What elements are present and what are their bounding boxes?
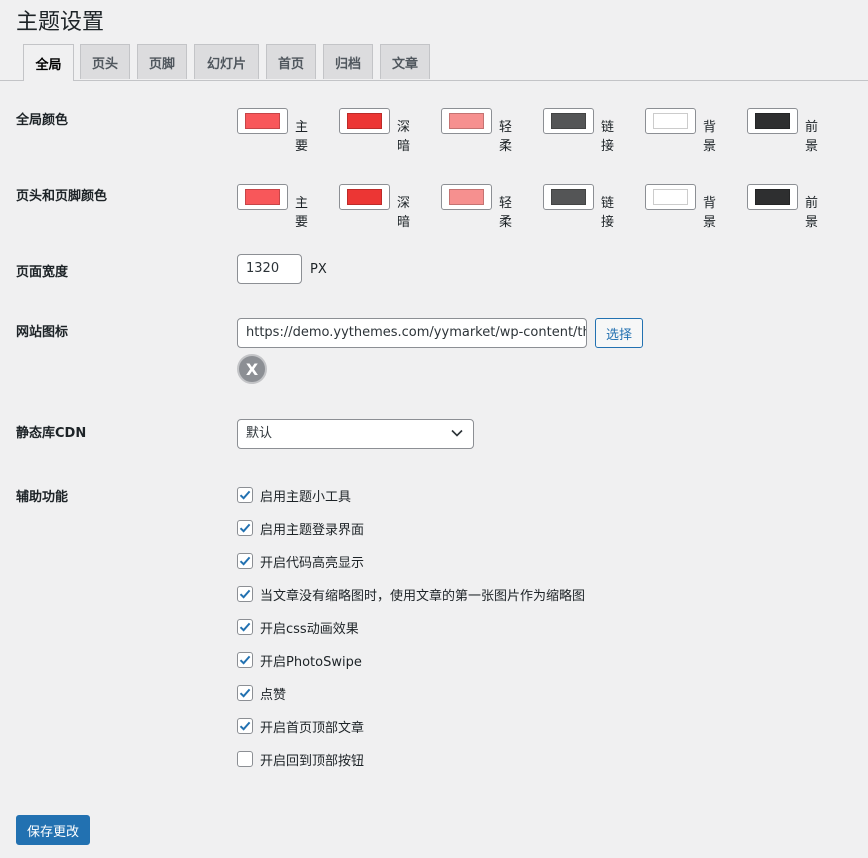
tab-archive[interactable]: 归档 (323, 44, 373, 79)
checkbox-row[interactable]: 开启PhotoSwipe (237, 651, 362, 670)
checkbox-row[interactable]: 当文章没有缩略图时，使用文章的第一张图片作为缩略图 (237, 585, 586, 604)
hf-color-swatch-primary[interactable] (237, 184, 288, 210)
checkmark-icon (239, 655, 251, 665)
checkmark-icon (239, 721, 251, 731)
color-fill (653, 189, 688, 205)
hf-swatch-label-soft: 轻柔 (499, 196, 513, 230)
color-swatch-background[interactable] (645, 108, 696, 134)
global-colors-label: 全局颜色 (16, 113, 69, 128)
checkbox[interactable] (237, 685, 253, 701)
color-fill (245, 189, 280, 205)
checkmark-icon (239, 556, 251, 566)
page-width-input[interactable]: 1320 (237, 254, 302, 284)
cdn-selected-value: 默认 (246, 426, 273, 441)
checkbox-label: 启用主题登录界面 (260, 522, 365, 538)
color-swatch-link[interactable] (543, 108, 594, 134)
hf-swatch-label-link: 链接 (601, 196, 615, 230)
checkbox-row[interactable]: 启用主题登录界面 (237, 519, 365, 538)
checkbox[interactable] (237, 619, 253, 635)
chevron-down-icon (451, 429, 463, 437)
checkbox-label: 开启css动画效果 (260, 621, 359, 637)
hf-swatch-label-foreground: 前景 (805, 196, 819, 230)
checkbox[interactable] (237, 553, 253, 569)
color-fill (755, 113, 790, 129)
tab-post[interactable]: 文章 (380, 44, 430, 79)
checkmark-icon (239, 490, 251, 500)
checkbox-label: 开启PhotoSwipe (260, 654, 362, 670)
color-fill (449, 113, 484, 129)
checkmark-icon (239, 523, 251, 533)
swatch-label-foreground: 前景 (805, 120, 819, 154)
swatch-label-link: 链接 (601, 120, 615, 154)
hf-color-swatch-background[interactable] (645, 184, 696, 210)
color-swatch-primary[interactable] (237, 108, 288, 134)
cdn-label: 静态库CDN (16, 426, 87, 441)
checkbox-row[interactable]: 开启首页顶部文章 (237, 717, 365, 736)
tab-header[interactable]: 页头 (80, 44, 130, 79)
color-fill (245, 113, 280, 129)
checkbox-row[interactable]: 开启回到顶部按钮 (237, 750, 365, 769)
checkbox-row[interactable]: 点赞 (237, 684, 287, 703)
hf-color-swatch-dark[interactable] (339, 184, 390, 210)
checkmark-icon (239, 589, 251, 599)
checkbox-label: 点赞 (260, 687, 287, 703)
hf-swatch-label-background: 背景 (703, 196, 717, 230)
hf-swatch-label-dark: 深暗 (397, 196, 411, 230)
header-footer-colors-label: 页头和页脚颜色 (16, 189, 108, 204)
page-title: 主题设置 (16, 10, 105, 35)
color-fill (347, 113, 382, 129)
choose-icon-button[interactable]: 选择 (595, 318, 643, 348)
checkbox-label: 开启首页顶部文章 (260, 720, 365, 736)
color-fill (551, 189, 586, 205)
swatch-label-primary: 主要 (295, 120, 309, 154)
color-swatch-foreground[interactable] (747, 108, 798, 134)
checkmark-icon (239, 688, 251, 698)
checkbox[interactable] (237, 718, 253, 734)
settings-tabs: 全局 页头 页脚 幻灯片 首页 归档 文章 (0, 44, 868, 81)
remove-icon-button[interactable]: X (237, 354, 267, 384)
hf-color-swatch-foreground[interactable] (747, 184, 798, 210)
page-width-unit: PX (310, 262, 327, 277)
checkbox[interactable] (237, 751, 253, 767)
cdn-select[interactable]: 默认 (237, 419, 474, 449)
checkbox-row[interactable]: 开启代码高亮显示 (237, 552, 365, 571)
checkbox[interactable] (237, 487, 253, 503)
color-fill (449, 189, 484, 205)
site-icon-label: 网站图标 (16, 325, 69, 340)
tab-footer[interactable]: 页脚 (137, 44, 187, 79)
swatch-label-dark: 深暗 (397, 120, 411, 154)
tab-global[interactable]: 全局 (23, 44, 74, 81)
color-fill (653, 113, 688, 129)
color-swatch-dark[interactable] (339, 108, 390, 134)
color-fill (347, 189, 382, 205)
color-swatch-soft[interactable] (441, 108, 492, 134)
checkbox[interactable] (237, 586, 253, 602)
close-icon: X (245, 359, 259, 379)
site-icon-url-input[interactable]: https://demo.yythemes.com/yymarket/wp-co… (237, 318, 587, 348)
color-fill (551, 113, 586, 129)
hf-swatch-label-primary: 主要 (295, 196, 309, 230)
checkbox-row[interactable]: 启用主题小工具 (237, 486, 352, 505)
swatch-label-background: 背景 (703, 120, 717, 154)
checkbox-label: 开启回到顶部按钮 (260, 753, 365, 769)
page-width-label: 页面宽度 (16, 265, 69, 280)
checkmark-icon (239, 622, 251, 632)
save-button[interactable]: 保存更改 (16, 815, 90, 845)
swatch-label-soft: 轻柔 (499, 120, 513, 154)
hf-color-swatch-soft[interactable] (441, 184, 492, 210)
accessibility-label: 辅助功能 (16, 490, 69, 505)
checkbox[interactable] (237, 652, 253, 668)
hf-color-swatch-link[interactable] (543, 184, 594, 210)
checkbox-row[interactable]: 开启css动画效果 (237, 618, 359, 637)
color-fill (755, 189, 790, 205)
checkbox-label: 开启代码高亮显示 (260, 555, 365, 571)
tab-home[interactable]: 首页 (266, 44, 316, 79)
checkbox-label: 启用主题小工具 (260, 489, 352, 505)
checkbox[interactable] (237, 520, 253, 536)
tab-slider[interactable]: 幻灯片 (194, 44, 259, 79)
checkbox-label: 当文章没有缩略图时，使用文章的第一张图片作为缩略图 (260, 588, 586, 604)
